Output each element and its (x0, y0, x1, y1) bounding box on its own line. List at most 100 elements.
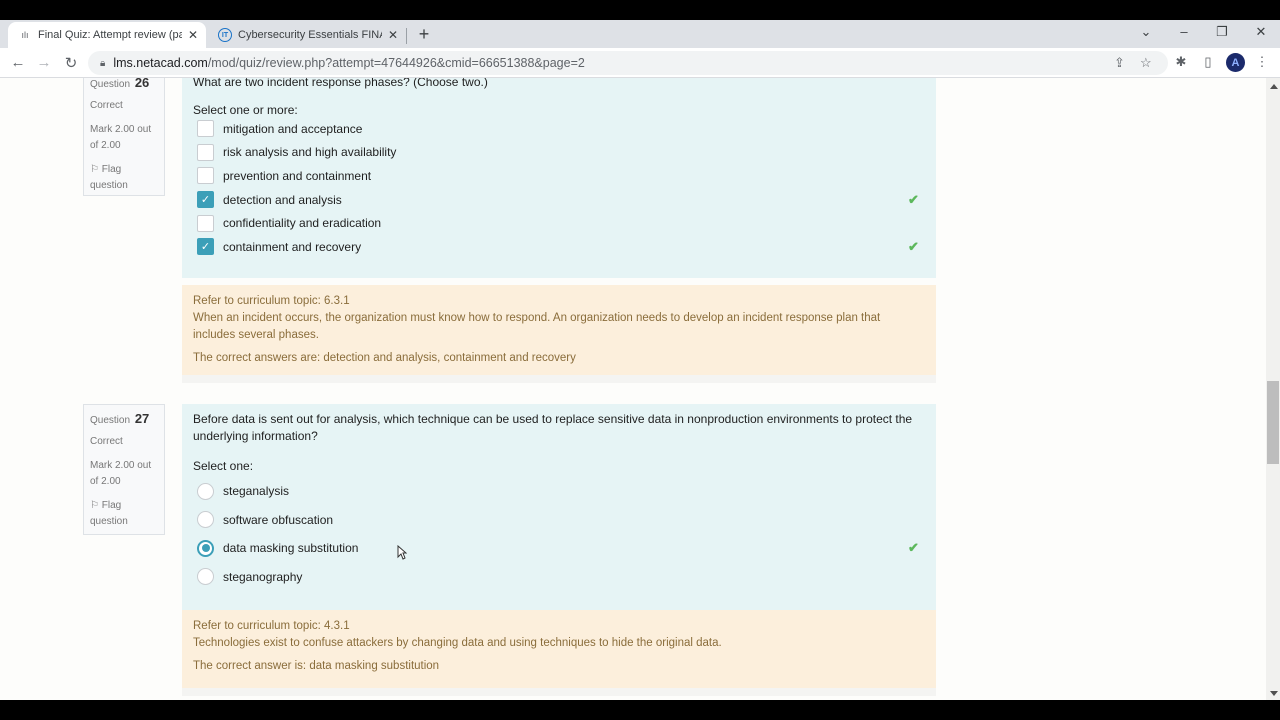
answer-option-label: confidentiality and eradication (223, 216, 382, 231)
question-formulation-26: What are two incident response phases? (… (182, 78, 936, 278)
feedback-topic: Refer to curriculum topic: 4.3.1 (193, 620, 350, 632)
url-host: lms.netacad.com (113, 56, 208, 70)
answer-option-label: detection and analysis (223, 192, 342, 207)
tab-strip: ılı Final Quiz: Attempt review (page ✕ I… (0, 20, 1280, 48)
question-feedback-27: Refer to curriculum topic: 4.3.1 Technol… (182, 610, 936, 688)
back-icon[interactable]: ← (9, 54, 27, 71)
tab-final-quiz[interactable]: ılı Final Quiz: Attempt review (page ✕ (8, 22, 206, 48)
tab-cybersecurity-essentials[interactable]: IT Cybersecurity Essentials FINAL Q ✕ (210, 22, 400, 48)
tab-separator (406, 28, 407, 44)
answer-option-label: mitigation and acceptance (223, 121, 363, 136)
browser-toolbar: ← → ↻ 🔒︎ lms.netacad.com/mod/quiz/review… (0, 48, 1280, 78)
answer-option[interactable]: mitigation and acceptance (193, 117, 925, 141)
answer-option-label: prevention and containment (223, 168, 372, 183)
share-icon[interactable]: ⇪ (1114, 55, 1125, 71)
question-number: Question 27 (90, 411, 150, 426)
answer-prompt: Select one: (193, 459, 254, 473)
radio-button[interactable] (197, 568, 214, 586)
profile-avatar[interactable]: A (1226, 53, 1245, 72)
correct-check-icon: ✔ (908, 238, 919, 254)
radio-button[interactable] (197, 482, 214, 500)
minimize-icon[interactable]: – (1174, 24, 1194, 39)
answer-options: steganalysis software obfuscation data mas… (193, 477, 925, 591)
mouse-cursor-icon (397, 545, 407, 560)
answer-option-label: containment and recovery (223, 239, 362, 254)
answer-option-label: steganography (223, 569, 303, 584)
question-number: Question 26 (90, 78, 150, 90)
close-tab-icon[interactable]: ✕ (388, 28, 398, 42)
checkbox[interactable] (197, 167, 214, 185)
screen-border-top (0, 0, 1280, 20)
cisco-icon: ılı (21, 30, 29, 40)
question-mark: Mark 2.00 out of 2.00 (90, 124, 152, 151)
correct-check-icon: ✔ (908, 540, 919, 556)
lock-icon: 🔒︎ (100, 57, 106, 69)
question-feedback-26: Refer to curriculum topic: 6.3.1 When an… (182, 285, 936, 375)
question-info-27: Question 27 Correct Mark 2.00 out of 2.0… (83, 404, 165, 535)
question-formulation-27: Before data is sent out for analysis, wh… (182, 404, 936, 610)
extensions-icon[interactable]: ✱ (1172, 54, 1190, 70)
correct-answer: The correct answers are: detection and a… (193, 352, 576, 364)
close-tab-icon[interactable]: ✕ (188, 28, 198, 42)
tab-title: Final Quiz: Attempt review (page (38, 29, 182, 41)
feedback-bottom-border (182, 688, 936, 696)
checkbox-checked[interactable]: ✓ (197, 191, 214, 209)
answer-option-label: steganalysis (223, 484, 290, 499)
question-status: Correct (90, 100, 123, 111)
radio-button[interactable] (197, 511, 214, 529)
page-scrollbar[interactable] (1266, 78, 1280, 700)
answer-prompt: Select one or more: (193, 103, 298, 117)
scrollbar-thumb[interactable] (1267, 381, 1279, 464)
question-text: Before data is sent out for analysis, wh… (193, 412, 913, 443)
checkbox[interactable] (197, 143, 214, 161)
answer-option[interactable]: software obfuscation (193, 506, 925, 535)
answer-option[interactable]: risk analysis and high availability (193, 141, 925, 165)
checkbox-checked[interactable]: ✓ (197, 238, 214, 256)
radio-selected[interactable] (197, 539, 214, 557)
answer-option[interactable]: ✓ containment and recovery ✔ (193, 235, 925, 259)
answer-option[interactable]: steganography (193, 563, 925, 592)
feedback-bottom-border (182, 375, 936, 383)
feedback-text: When an incident occurs, the organizatio… (193, 312, 881, 341)
address-bar[interactable]: 🔒︎ lms.netacad.com/mod/quiz/review.php?a… (88, 51, 1168, 75)
correct-check-icon: ✔ (908, 191, 919, 207)
bookmark-star-icon[interactable]: ☆ (1140, 55, 1152, 71)
answer-option-label: risk analysis and high availability (223, 145, 397, 160)
answer-option-label: software obfuscation (223, 512, 334, 527)
scroll-down-arrow-icon[interactable] (1270, 691, 1278, 696)
screen-border-bottom (0, 700, 1280, 720)
menu-icon[interactable]: ⋮ (1253, 54, 1271, 70)
it-icon: IT (218, 28, 232, 42)
answer-option-label: data masking substitution (223, 541, 359, 556)
answer-option[interactable]: confidentiality and eradication (193, 211, 925, 235)
question-info-26: Question 26 Correct Mark 2.00 out of 2.0… (83, 78, 165, 196)
restore-icon[interactable]: ❐ (1212, 24, 1232, 40)
flag-icon: ⚐ (90, 164, 99, 175)
question-mark: Mark 2.00 out of 2.00 (90, 460, 152, 487)
flag-question-link[interactable]: ⚐ Flag question (90, 498, 158, 530)
side-panel-icon[interactable]: ▯ (1199, 54, 1217, 70)
url-path: /mod/quiz/review.php?attempt=47644926&cm… (207, 56, 585, 70)
answer-options: mitigation and acceptance risk analysis a… (193, 117, 925, 259)
page-viewport: Question 26 Correct Mark 2.00 out of 2.0… (0, 78, 1266, 700)
question-text: What are two incident response phases? (… (193, 78, 488, 89)
scroll-up-arrow-icon[interactable] (1270, 84, 1278, 89)
question-status: Correct (90, 436, 123, 447)
close-window-icon[interactable]: ✕ (1251, 24, 1271, 40)
reload-icon[interactable]: ↻ (62, 54, 80, 72)
tab-search-icon[interactable]: ⌄ (1136, 24, 1156, 40)
new-tab-button[interactable]: + (416, 24, 432, 44)
feedback-text: Technologies exist to confuse attackers … (193, 637, 722, 649)
forward-icon[interactable]: → (35, 54, 53, 71)
checkbox[interactable] (197, 214, 214, 232)
answer-option[interactable]: data masking substitution ✔ (193, 534, 925, 563)
flag-icon: ⚐ (90, 500, 99, 511)
feedback-topic: Refer to curriculum topic: 6.3.1 (193, 295, 350, 307)
answer-option[interactable]: ✓ detection and analysis ✔ (193, 188, 925, 212)
answer-option[interactable]: prevention and containment (193, 164, 925, 188)
url-text: lms.netacad.com/mod/quiz/review.php?atte… (113, 56, 585, 70)
flag-question-link[interactable]: ⚐ Flag question (90, 162, 158, 194)
tab-title: Cybersecurity Essentials FINAL Q (238, 29, 382, 41)
checkbox[interactable] (197, 120, 214, 138)
answer-option[interactable]: steganalysis (193, 477, 925, 506)
